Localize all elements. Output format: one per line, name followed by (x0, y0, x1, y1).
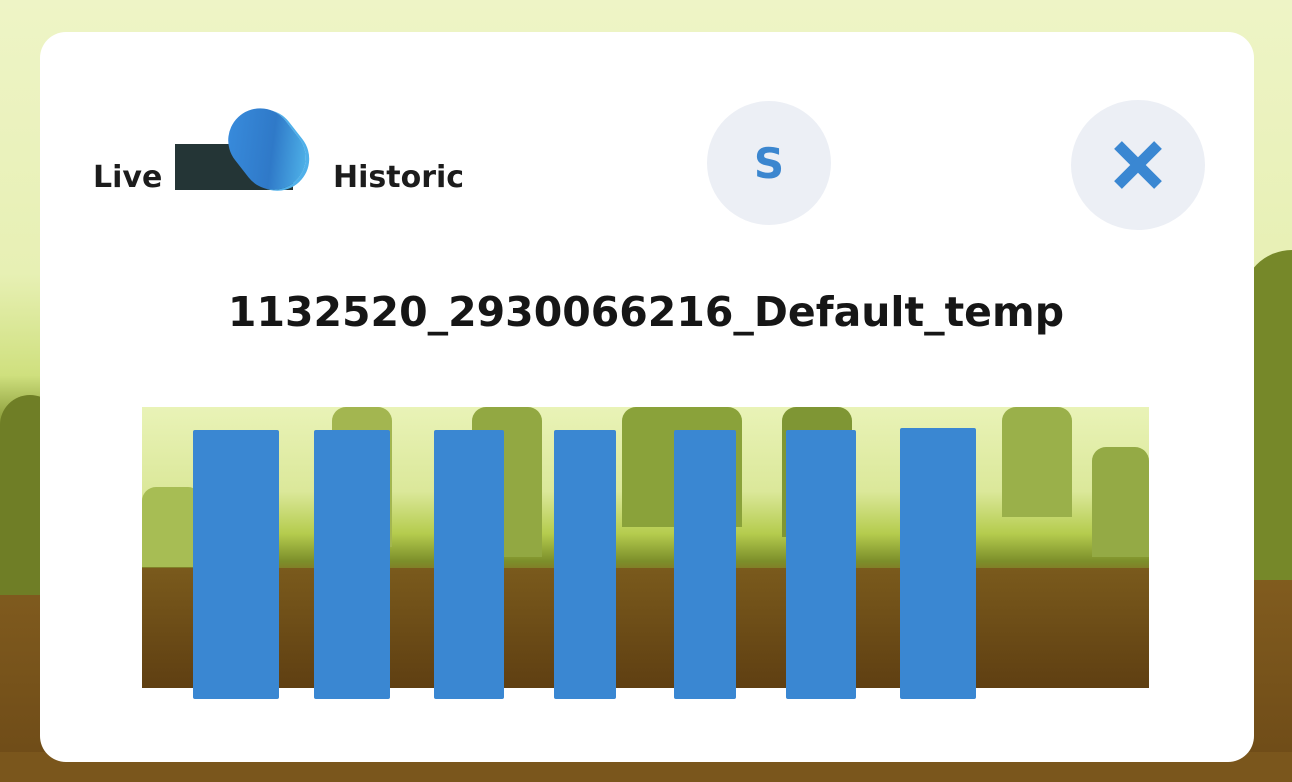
toggle-label-historic: Historic (333, 160, 465, 195)
scene-tree (1002, 407, 1072, 517)
toggle-label-live: Live (93, 160, 163, 195)
data-bar[interactable] (900, 428, 976, 699)
sensor-title: 1132520_2930066216_Default_temp (227, 288, 1065, 336)
data-bar[interactable] (434, 430, 504, 699)
close-icon (1114, 141, 1162, 189)
live-historic-toggle[interactable]: Live Historic (93, 95, 493, 203)
scene-soil (142, 568, 1149, 688)
scene-tree (1092, 447, 1149, 557)
scene-background (142, 407, 1149, 688)
scene-viewport (142, 407, 1149, 699)
data-bar[interactable] (786, 430, 856, 699)
s-button[interactable]: S (707, 101, 831, 225)
data-bar[interactable] (314, 430, 390, 699)
data-bar[interactable] (554, 430, 616, 699)
close-button[interactable] (1071, 100, 1205, 230)
s-button-label: S (753, 138, 785, 188)
data-bar[interactable] (193, 430, 279, 699)
data-bar[interactable] (674, 430, 736, 699)
